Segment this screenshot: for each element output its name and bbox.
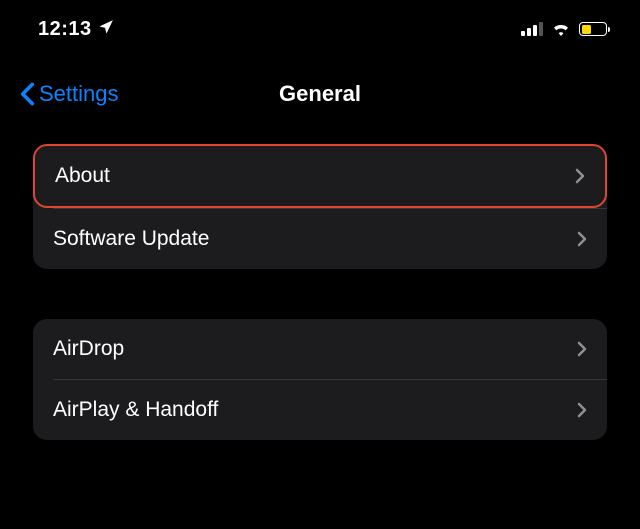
chevron-left-icon bbox=[20, 82, 35, 106]
cellular-signal-icon bbox=[521, 22, 543, 36]
nav-bar: Settings General bbox=[0, 54, 640, 144]
back-label: Settings bbox=[39, 81, 119, 107]
chevron-right-icon bbox=[577, 231, 587, 247]
battery-icon bbox=[579, 22, 610, 36]
chevron-right-icon bbox=[575, 168, 585, 184]
location-arrow-icon bbox=[98, 18, 115, 40]
page-title: General bbox=[279, 81, 361, 107]
chevron-right-icon bbox=[577, 402, 587, 418]
row-software-update[interactable]: Software Update bbox=[33, 209, 607, 269]
row-about[interactable]: About bbox=[33, 144, 607, 208]
status-bar: 12:13 bbox=[0, 0, 640, 54]
settings-group-1: About Software Update bbox=[33, 144, 607, 269]
row-airdrop[interactable]: AirDrop bbox=[33, 319, 607, 379]
status-left: 12:13 bbox=[38, 18, 115, 41]
content: About Software Update AirDrop AirPlay & … bbox=[0, 144, 640, 440]
row-label: AirDrop bbox=[53, 337, 124, 361]
battery-fill bbox=[582, 25, 591, 34]
row-label: AirPlay & Handoff bbox=[53, 398, 218, 422]
row-label: About bbox=[55, 164, 110, 188]
settings-group-2: AirDrop AirPlay & Handoff bbox=[33, 319, 607, 440]
row-airplay-handoff[interactable]: AirPlay & Handoff bbox=[33, 380, 607, 440]
back-button[interactable]: Settings bbox=[20, 81, 119, 107]
status-right bbox=[521, 22, 610, 36]
status-time: 12:13 bbox=[38, 18, 92, 41]
chevron-right-icon bbox=[577, 341, 587, 357]
wifi-icon bbox=[551, 22, 571, 36]
row-label: Software Update bbox=[53, 227, 209, 251]
